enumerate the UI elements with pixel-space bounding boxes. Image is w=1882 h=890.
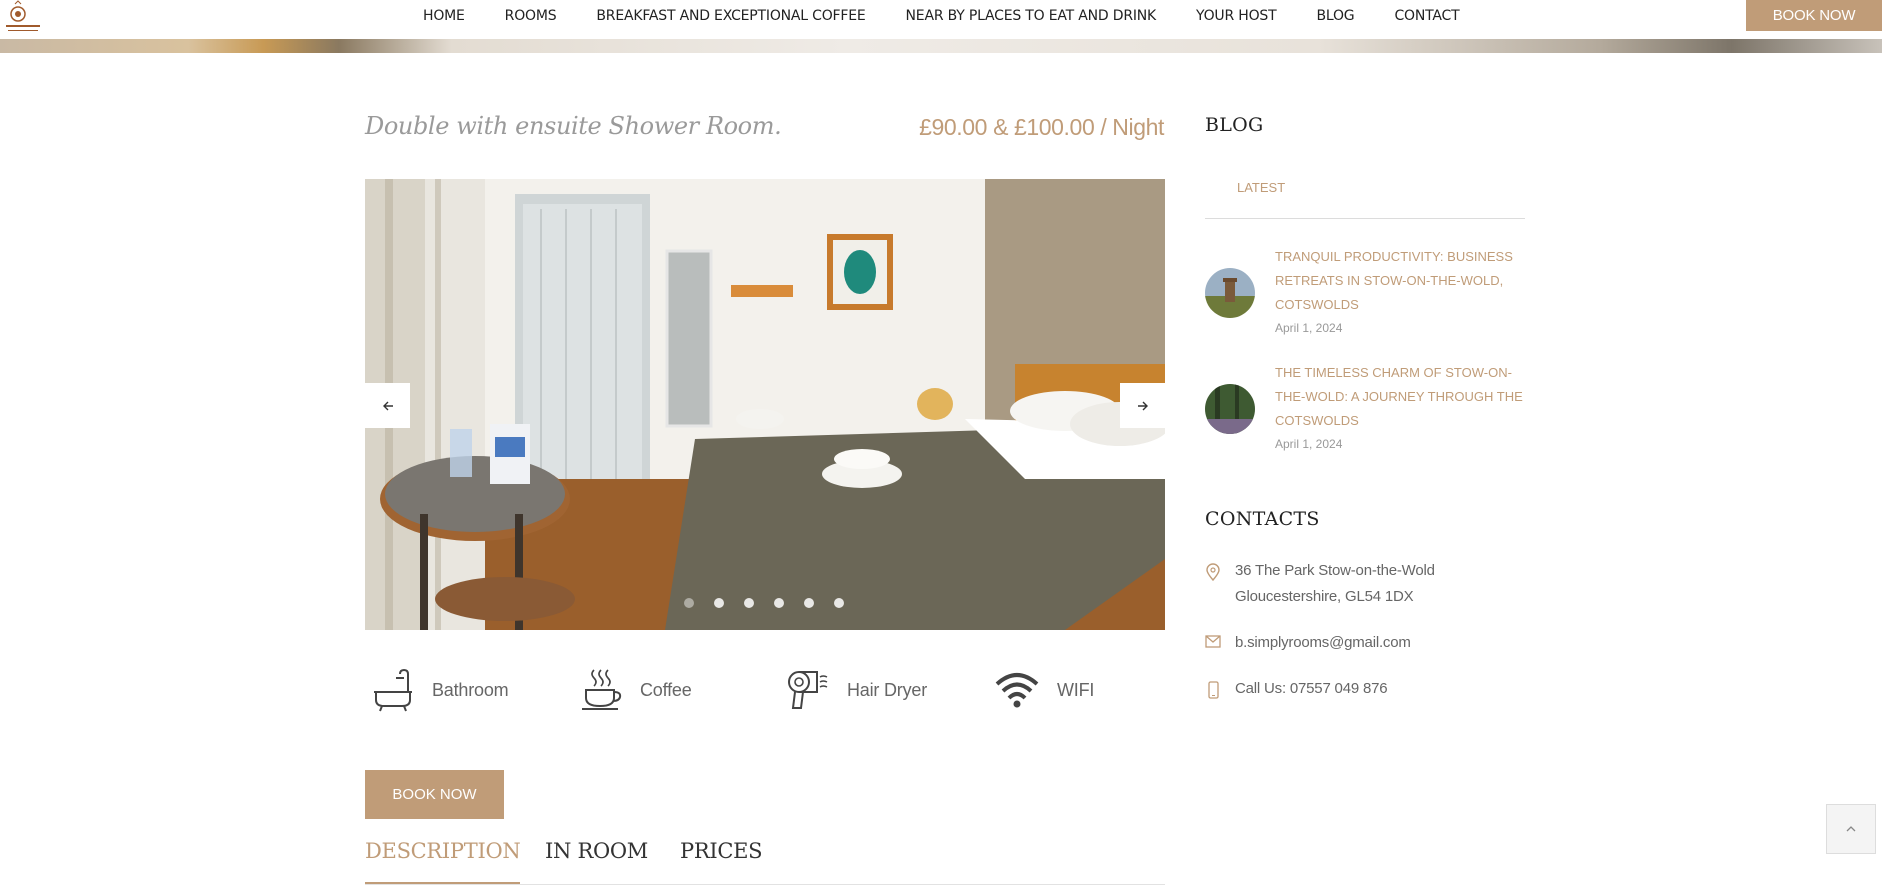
envelope-icon <box>1205 635 1221 648</box>
phone-icon <box>1208 681 1219 699</box>
main-nav: HOME ROOMS BREAKFAST AND EXCEPTIONAL COF… <box>423 0 1460 31</box>
arrow-right-icon <box>1137 401 1148 410</box>
blog-post-item[interactable]: TRANQUIL PRODUCTIVITY: BUSINESS RETREATS… <box>1205 245 1525 343</box>
nav-breakfast[interactable]: BREAKFAST AND EXCEPTIONAL COFFEE <box>596 8 865 24</box>
post-title[interactable]: TRANQUIL PRODUCTIVITY: BUSINESS RETREATS… <box>1275 245 1525 317</box>
nav-home[interactable]: HOME <box>423 8 465 24</box>
map-pin-icon <box>1206 563 1220 581</box>
slider-dot[interactable] <box>714 598 724 608</box>
nav-rooms[interactable]: ROOMS <box>505 8 557 24</box>
room-price: £90.00 & £100.00 / Night <box>919 114 1164 140</box>
post-thumbnail[interactable] <box>1205 384 1255 434</box>
nav-contact[interactable]: CONTACT <box>1394 8 1459 24</box>
contact-email: b.simplyrooms@gmail.com <box>1205 630 1411 656</box>
arrow-left-icon <box>382 401 393 410</box>
wifi-icon <box>995 673 1039 708</box>
tab-in-room[interactable]: IN ROOM <box>545 838 648 882</box>
contact-phone: Call Us: 07557 049 876 <box>1205 676 1388 702</box>
site-header: HOME ROOMS BREAKFAST AND EXCEPTIONAL COF… <box>0 0 1882 53</box>
amenity-coffee: Coffee <box>580 668 692 712</box>
email-link[interactable]: b.simplyrooms@gmail.com <box>1235 630 1411 656</box>
post-date: April 1, 2024 <box>1275 321 1343 335</box>
contact-address: 36 The Park Stow-on-the-Wold Gloucesters… <box>1205 558 1435 610</box>
tab-description[interactable]: DESCRIPTION <box>365 838 521 884</box>
room-tabs: DESCRIPTION IN ROOM PRICES <box>365 838 1165 885</box>
slider-dots <box>684 598 864 608</box>
divider <box>1205 218 1525 219</box>
coffee-cup-icon <box>582 669 622 710</box>
amenity-label: Coffee <box>640 679 692 700</box>
room-photo <box>365 179 1165 630</box>
nav-near-by-places[interactable]: NEAR BY PLACES TO EAT AND DRINK <box>906 8 1157 24</box>
slider-dot[interactable] <box>744 598 754 608</box>
amenity-label: WIFI <box>1057 679 1095 700</box>
slider-dot[interactable] <box>774 598 784 608</box>
post-title[interactable]: THE TIMELESS CHARM OF STOW-ON-THE-WOLD: … <box>1275 361 1525 433</box>
slider-dot[interactable] <box>804 598 814 608</box>
amenity-bathroom: Bathroom <box>372 668 509 712</box>
address-line-2: Gloucestershire, GL54 1DX <box>1235 588 1414 605</box>
nav-your-host[interactable]: YOUR HOST <box>1196 8 1277 24</box>
chevron-up-icon <box>1846 826 1856 832</box>
address-line-1: 36 The Park Stow-on-the-Wold <box>1235 562 1435 579</box>
book-now-button[interactable]: BOOK NOW <box>365 770 504 819</box>
hair-dryer-icon <box>788 671 828 709</box>
amenity-hair-dryer: Hair Dryer <box>787 668 927 712</box>
castle-thumbnail-image <box>1205 268 1255 318</box>
amenity-wifi: WIFI <box>995 668 1094 712</box>
room-title: Double with ensuite Shower Room. <box>365 112 782 140</box>
site-logo[interactable] <box>2 0 42 38</box>
forest-thumbnail-image <box>1205 384 1255 434</box>
bathtub-icon <box>374 668 412 712</box>
header-book-now-button[interactable]: BOOK NOW <box>1746 0 1882 31</box>
slider-next-button[interactable] <box>1120 383 1165 428</box>
nav-blog[interactable]: BLOG <box>1316 8 1354 24</box>
slider-dot[interactable] <box>684 598 694 608</box>
scroll-to-top-button[interactable] <box>1826 804 1876 854</box>
blog-heading: BLOG <box>1205 114 1264 136</box>
phone-number[interactable]: Call Us: 07557 049 876 <box>1235 676 1388 702</box>
blog-post-item[interactable]: THE TIMELESS CHARM OF STOW-ON-THE-WOLD: … <box>1205 361 1525 459</box>
room-photo-slider[interactable] <box>365 179 1165 630</box>
amenity-label: Hair Dryer <box>847 679 928 700</box>
slider-prev-button[interactable] <box>365 383 410 428</box>
post-thumbnail[interactable] <box>1205 268 1255 318</box>
slider-dot[interactable] <box>834 598 844 608</box>
amenity-label: Bathroom <box>432 679 509 700</box>
tab-prices[interactable]: PRICES <box>680 838 763 882</box>
post-date: April 1, 2024 <box>1275 437 1343 451</box>
header-photo-strip <box>0 39 1882 53</box>
contacts-heading: CONTACTS <box>1205 508 1320 530</box>
latest-tab[interactable]: LATEST <box>1237 180 1285 195</box>
